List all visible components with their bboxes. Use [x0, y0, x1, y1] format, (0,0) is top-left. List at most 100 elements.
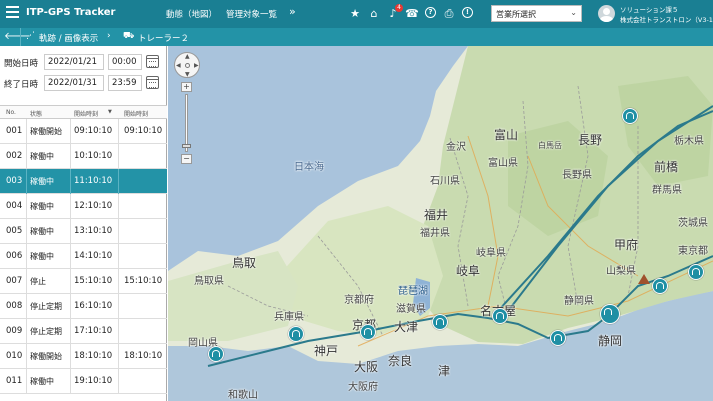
zoom-out-button[interactable]: − [181, 154, 192, 164]
menu-targets-link[interactable]: 管理対象一覧 [226, 8, 277, 20]
row-number: 009 [6, 326, 23, 336]
col-status[interactable]: 状態 [30, 109, 42, 118]
calendar-icon[interactable] [146, 55, 159, 68]
map-label: 京都府 [344, 295, 374, 306]
sort-icon[interactable]: ▼ [108, 109, 112, 115]
column-divider [26, 294, 27, 319]
route-marker[interactable] [652, 278, 668, 294]
end-date-input[interactable]: 2022/01/31 [44, 75, 104, 91]
route-marker[interactable] [208, 346, 224, 362]
start-datetime-row: 開始日時 2022/01/21 00:00 [0, 52, 167, 72]
route-marker[interactable] [492, 308, 508, 324]
menu-more-icon[interactable]: » [289, 5, 296, 18]
map-zoom-control: + − [181, 82, 192, 164]
map-label: 長野県 [562, 170, 592, 181]
map-label: 大阪 [354, 360, 379, 374]
table-row[interactable]: 005 稼働中 13:10:10 [0, 219, 167, 244]
avatar[interactable] [598, 5, 615, 22]
column-divider [70, 144, 71, 169]
table-row[interactable]: 001 稼働開始 09:10:10 09:10:10 [0, 119, 167, 144]
table-row[interactable]: 010 稼働開始 18:10:10 18:10:10 [0, 344, 167, 369]
breadcrumb-item-track[interactable]: 軌跡 / 画像表示 [39, 32, 98, 44]
table-row[interactable]: 002 稼働中 10:10:10 [0, 144, 167, 169]
map-label: 琵琶湖 [398, 286, 428, 297]
table-row[interactable]: 004 稼働中 12:10:10 [0, 194, 167, 219]
route-marker-current[interactable] [600, 304, 620, 324]
column-divider [26, 194, 27, 219]
home-icon[interactable]: ⌂ [367, 7, 381, 21]
map-label: 山梨県 [606, 266, 636, 277]
row-start-time: 11:10:10 [74, 176, 113, 186]
map-label: 岐阜 [456, 264, 481, 278]
map-label: 東京都 [678, 246, 708, 257]
row-number: 007 [6, 276, 23, 286]
table-row[interactable]: 008 停止定期 16:10:10 [0, 294, 167, 319]
route-marker[interactable] [432, 314, 448, 330]
col-end-time[interactable]: 開始時刻 [124, 109, 148, 118]
column-divider [26, 369, 27, 394]
row-start-time: 09:10:10 [74, 126, 113, 136]
route-marker[interactable] [688, 264, 704, 280]
map-label: 鳥取 [232, 256, 257, 270]
end-time-input[interactable]: 23:59 [108, 75, 142, 91]
row-start-time: 15:10:10 [74, 276, 113, 286]
map-label: 日本海 [294, 162, 324, 173]
column-divider [118, 294, 119, 319]
row-status: 停止 [30, 277, 46, 286]
route-marker[interactable] [360, 324, 376, 340]
table-row[interactable]: 003 稼働中 11:10:10 [0, 169, 167, 194]
route-marker[interactable] [622, 108, 638, 124]
zoom-in-button[interactable]: + [181, 82, 192, 92]
menu-map-link[interactable]: 動態（地図） [166, 8, 217, 20]
col-start-time[interactable]: 開始時刻 [74, 109, 98, 118]
column-divider [118, 369, 119, 394]
office-select[interactable]: 営業所選択 ⌄ [491, 5, 582, 22]
row-status: 稼働開始 [30, 352, 62, 361]
map-label: 津 [438, 364, 451, 378]
table-row[interactable]: 007 停止 15:10:10 15:10:10 [0, 269, 167, 294]
row-status: 稼働開始 [30, 127, 62, 136]
row-status: 稼働中 [30, 177, 54, 186]
row-number: 006 [6, 251, 23, 261]
row-number: 011 [6, 376, 23, 386]
column-divider [70, 319, 71, 344]
start-date-input[interactable]: 2022/01/21 [44, 54, 104, 70]
row-status: 稼働中 [30, 152, 54, 161]
row-status: 稼働中 [30, 227, 54, 236]
phone-icon[interactable]: ☎ [405, 7, 419, 21]
column-divider [118, 119, 119, 144]
row-status: 稼働中 [30, 202, 54, 211]
map-pan-control[interactable]: ▲ ▼ ◀ ▶ [174, 52, 200, 78]
row-status: 稼働中 [30, 252, 54, 261]
print-icon[interactable]: ⎙ [442, 7, 456, 21]
truck-icon: ⛟ [123, 31, 135, 41]
column-divider [118, 194, 119, 219]
zoom-slider-handle[interactable] [182, 144, 191, 148]
col-no[interactable]: No. [6, 109, 16, 116]
map-view[interactable]: 日本海 金沢 富山 富山県 石川県 福井 福井県 白馬岳 長野 長野県 前橋 群… [168, 46, 713, 401]
info-icon[interactable]: ! [462, 7, 473, 18]
calendar-icon[interactable] [146, 76, 159, 89]
map-label: 金沢 [446, 142, 466, 153]
column-divider [70, 169, 71, 194]
breadcrumb: 🡐 ⋰ 軌跡 / 画像表示 › ⛟ トレーラー２ [0, 28, 713, 46]
column-divider [26, 119, 27, 144]
map-label: 静岡県 [564, 296, 594, 307]
row-number: 004 [6, 201, 23, 211]
table-row[interactable]: 006 稼働中 14:10:10 [0, 244, 167, 269]
history-panel: 開始日時 2022/01/21 00:00 終了日時 2022/01/31 23… [0, 46, 167, 401]
breadcrumb-item-vehicle: トレーラー２ [138, 34, 190, 44]
column-divider [118, 269, 119, 294]
row-number: 003 [6, 176, 23, 186]
table-row[interactable]: 011 稼働中 19:10:10 [0, 369, 167, 394]
map-label: 兵庫県 [274, 312, 304, 323]
start-time-input[interactable]: 00:00 [108, 54, 142, 70]
hamburger-menu-icon[interactable] [6, 6, 19, 20]
route-marker[interactable] [550, 330, 566, 346]
star-icon[interactable]: ★ [348, 7, 362, 21]
chevron-right-icon: › [107, 31, 111, 41]
route-marker[interactable] [288, 326, 304, 342]
help-icon[interactable]: ? [425, 7, 436, 18]
row-start-time: 14:10:10 [74, 251, 113, 261]
table-row[interactable]: 009 停止定期 17:10:10 [0, 319, 167, 344]
